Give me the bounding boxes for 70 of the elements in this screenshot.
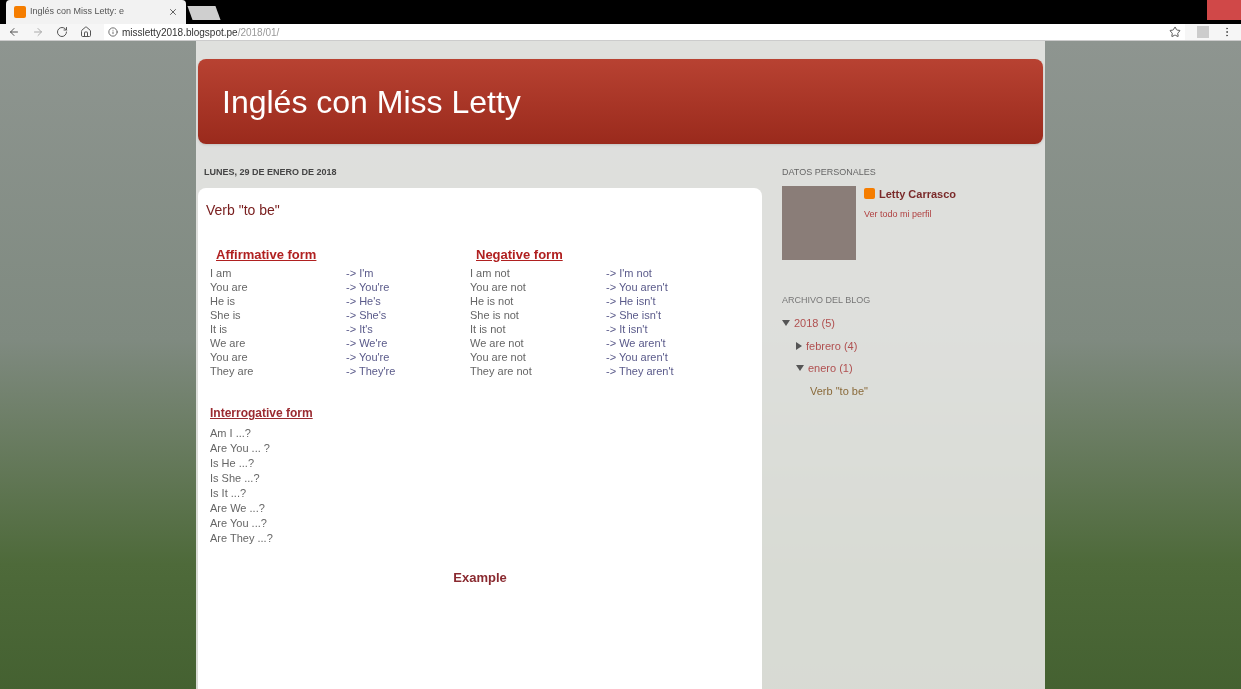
url-host: missletty2018.blogspot.pe xyxy=(122,25,238,40)
question-form: Is He ...? xyxy=(210,456,256,471)
verb-form: She is xyxy=(210,308,242,322)
contraction: -> They aren't xyxy=(606,364,674,378)
down-triangle-icon[interactable] xyxy=(796,365,804,372)
question-form: Is It ...? xyxy=(210,486,248,501)
verb-form: We are not xyxy=(470,336,525,350)
question-form: Are You ... ? xyxy=(210,441,271,456)
verb-form: He is xyxy=(210,294,237,308)
contraction: -> It isn't xyxy=(606,322,648,336)
star-icon[interactable] xyxy=(1169,26,1181,38)
contraction: -> We aren't xyxy=(606,336,666,350)
info-icon xyxy=(108,27,118,37)
question-form: Are They ...? xyxy=(210,531,274,546)
question-form: Is She ...? xyxy=(210,471,261,486)
question-form: Are We ...? xyxy=(210,501,266,516)
section-heading: Affirmative form xyxy=(215,245,318,264)
contraction: -> She isn't xyxy=(606,308,661,322)
verb-form: I am xyxy=(210,266,233,280)
archive-link[interactable]: 2018 (5) xyxy=(794,315,835,332)
verb-form: You are xyxy=(210,350,249,364)
verb-form: You are not xyxy=(470,350,527,364)
contraction: -> I'm xyxy=(346,266,374,280)
post-title[interactable]: Verb "to be" xyxy=(206,199,754,221)
verb-form: It is not xyxy=(470,322,507,336)
contraction: -> You're xyxy=(346,350,390,364)
contraction: -> It's xyxy=(346,322,373,336)
contraction: -> You aren't xyxy=(606,280,668,294)
verb-form: It is xyxy=(210,322,229,336)
question-form: Are You ...? xyxy=(210,516,268,531)
post-date: LUNES, 29 DE ENERO DE 2018 xyxy=(203,166,338,179)
profile-name-link[interactable]: Letty Carrasco xyxy=(879,185,957,202)
close-icon[interactable] xyxy=(168,7,178,17)
reload-icon[interactable] xyxy=(56,26,68,38)
verb-form: I am not xyxy=(470,266,511,280)
blog-title[interactable]: Inglés con Miss Letty xyxy=(198,59,1043,144)
section-heading: Interrogative form xyxy=(210,405,314,422)
contraction: -> You're xyxy=(346,280,390,294)
contraction: -> We're xyxy=(346,336,388,350)
verb-form: You are not xyxy=(470,280,527,294)
contraction: -> You aren't xyxy=(606,350,668,364)
new-tab-button[interactable] xyxy=(187,6,221,20)
verb-form: She is not xyxy=(470,308,520,322)
profile-link[interactable]: Ver todo mi perfil xyxy=(864,208,957,222)
right-triangle-icon[interactable] xyxy=(796,341,802,350)
verb-form: He is not xyxy=(470,294,515,308)
archive-link[interactable]: enero (1) xyxy=(808,360,853,377)
browser-tab[interactable]: Inglés con Miss Letty: e xyxy=(6,0,186,24)
verb-form: You are xyxy=(210,280,249,294)
contraction: -> He isn't xyxy=(606,294,656,308)
contraction: -> She's xyxy=(346,308,387,322)
verb-form: They are xyxy=(210,364,255,378)
archive-link[interactable]: febrero (4) xyxy=(806,337,858,354)
tab-title: Inglés con Miss Letty: e xyxy=(30,5,125,19)
down-triangle-icon[interactable] xyxy=(782,320,790,327)
sidebar-heading: DATOS PERSONALES xyxy=(782,166,877,179)
contraction: -> He's xyxy=(346,294,381,308)
sidebar-heading: ARCHIVO DEL BLOG xyxy=(782,293,872,307)
verb-form: We are xyxy=(210,336,247,350)
contraction: -> They're xyxy=(346,364,396,378)
url-path: /2018/01/ xyxy=(237,25,280,40)
back-arrow-icon[interactable] xyxy=(8,26,20,38)
contraction: -> I'm not xyxy=(606,266,652,280)
section-heading: Negative form xyxy=(475,245,564,264)
home-icon[interactable] xyxy=(80,26,92,38)
url-field[interactable]: missletty2018.blogspot.pe/2018/01/ xyxy=(104,24,1185,40)
archive-post-link[interactable]: Verb "to be" xyxy=(810,382,868,399)
example-heading: Example xyxy=(453,569,507,587)
question-form: Am I ...? xyxy=(210,426,252,441)
verb-form: They are not xyxy=(470,364,533,378)
